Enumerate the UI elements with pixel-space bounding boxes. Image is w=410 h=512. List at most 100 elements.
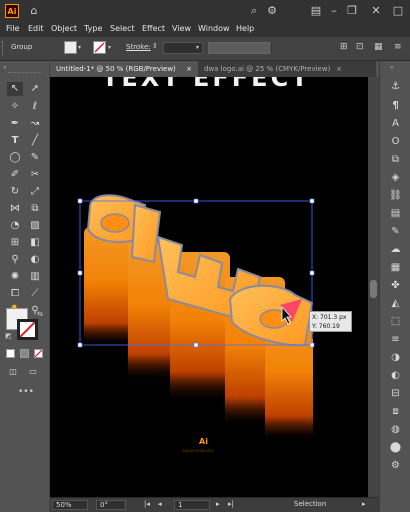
menu-effect[interactable]: Effect xyxy=(142,21,165,37)
magic-wand-tool-icon[interactable]: ✧ xyxy=(7,100,23,114)
prev-artboard-icon[interactable]: ◂ xyxy=(158,500,162,508)
menu-type[interactable]: Type xyxy=(84,21,102,37)
ellipse-tool-icon[interactable]: ◯ xyxy=(7,151,23,165)
opentype-icon[interactable]: O xyxy=(388,135,403,149)
shaper-tool-icon[interactable]: ✐ xyxy=(7,168,23,182)
expand-panels-icon[interactable]: « xyxy=(390,64,394,71)
last-artboard-icon[interactable]: ▸| xyxy=(228,500,234,508)
collapse-panel-icon[interactable]: « xyxy=(3,64,7,71)
status-menu-icon[interactable]: ▸ xyxy=(362,500,366,508)
menu-file[interactable]: File xyxy=(6,21,19,37)
blend-tool-icon[interactable]: ◐ xyxy=(27,253,43,267)
artboards-icon[interactable]: ⧉ xyxy=(388,153,403,167)
shape-builder-tool-icon[interactable]: ◔ xyxy=(7,219,23,233)
stroke-panel-icon[interactable]: ≡ xyxy=(388,333,403,347)
links-icon[interactable]: ⛓ xyxy=(388,189,403,203)
arrange-documents-icon[interactable]: ▤ xyxy=(308,3,324,18)
line-tool-icon[interactable]: ╱ xyxy=(27,134,43,148)
stroke-label[interactable]: Stroke: xyxy=(126,43,151,51)
close-window-icon[interactable]: ✕ xyxy=(368,3,384,18)
next-artboard-icon[interactable]: ▸ xyxy=(216,500,220,508)
menu-select[interactable]: Select xyxy=(110,21,135,37)
paintbrush-tool-icon[interactable]: ✎ xyxy=(27,151,43,165)
stroke-color-swatch[interactable] xyxy=(17,319,38,340)
align-panel-icon[interactable]: ⊟ xyxy=(388,387,403,401)
rotate-tool-icon[interactable]: ↻ xyxy=(7,185,23,199)
perspective-grid-tool-icon[interactable]: ▧ xyxy=(27,219,43,233)
direct-selection-tool-icon[interactable]: ➚ xyxy=(27,82,43,96)
minimize-icon[interactable]: – xyxy=(326,3,342,18)
properties-icon[interactable]: ⚓ xyxy=(388,80,403,94)
lasso-tool-icon[interactable]: ℓ xyxy=(27,100,43,114)
width-tool-icon[interactable]: ⋈ xyxy=(7,202,23,216)
pathfinder-icon[interactable]: ⧈ xyxy=(388,405,403,419)
artboard-field[interactable]: 1 xyxy=(174,500,210,510)
paragraph-icon[interactable]: ¶ xyxy=(388,99,403,113)
layers-icon[interactable]: ◈ xyxy=(388,171,403,185)
menu-view[interactable]: View xyxy=(172,21,191,37)
none-mode-icon[interactable] xyxy=(34,349,43,358)
transform-panel-icon[interactable]: ⬚ xyxy=(388,315,403,329)
isolate-group-icon[interactable]: ▦ xyxy=(374,42,383,52)
scissors-tool-icon[interactable]: ✂ xyxy=(27,168,43,182)
color-icon[interactable]: ⚙ xyxy=(388,459,403,473)
menu-object[interactable]: Object xyxy=(51,21,77,37)
artboard-tool-icon[interactable]: ⧠ xyxy=(7,287,23,301)
appearance-icon[interactable]: ▤ xyxy=(388,207,403,221)
symbol-sprayer-tool-icon[interactable]: ✺ xyxy=(7,270,23,284)
stroke-swatch[interactable] xyxy=(93,41,106,54)
curvature-tool-icon[interactable]: ↝ xyxy=(27,117,43,131)
rotation-field[interactable]: 0° xyxy=(96,500,126,510)
chevron-down-icon[interactable]: ▾ xyxy=(78,44,81,51)
close-icon[interactable]: × xyxy=(186,61,192,77)
graphic-styles-icon[interactable]: ◭ xyxy=(388,297,403,311)
swatches-icon[interactable]: ▦ xyxy=(388,261,403,275)
grip-handle[interactable] xyxy=(2,41,5,55)
chevron-down-icon[interactable]: ▾ xyxy=(196,44,199,51)
canvas-artboard[interactable]: TEXT EFFECT Ai dapperwebsites xyxy=(50,77,368,497)
eyedropper-tool-icon[interactable]: ⚲ xyxy=(7,253,23,267)
type-tool-icon[interactable]: T xyxy=(7,134,23,148)
panel-grip[interactable] xyxy=(8,72,42,74)
panel-menu-icon[interactable]: ≡ xyxy=(394,42,402,52)
window-button[interactable]: □ xyxy=(390,3,406,18)
libraries-icon[interactable]: ☁ xyxy=(388,243,403,257)
scale-tool-icon[interactable]: ⤢ xyxy=(27,185,43,199)
tab-dwa-logo[interactable]: dwa logo.ai @ 25 % (CMYK/Preview) × xyxy=(198,61,348,77)
transparency-icon[interactable]: ◐ xyxy=(388,369,403,383)
default-fill-stroke-icon[interactable]: ◩ xyxy=(5,332,12,340)
symbols-icon[interactable]: ✤ xyxy=(388,279,403,293)
edit-toolbar-icon[interactable]: ••• xyxy=(18,387,34,397)
slice-tool-icon[interactable]: ⟋ xyxy=(27,287,43,301)
close-icon[interactable]: × xyxy=(336,61,342,77)
brushes-icon[interactable]: ✎ xyxy=(388,225,403,239)
align-icon[interactable]: ⊞ xyxy=(340,42,348,52)
pen-tool-icon[interactable]: ✒ xyxy=(7,117,23,131)
restore-icon[interactable]: ❐ xyxy=(344,3,360,18)
gradient-tool-icon[interactable]: ◧ xyxy=(27,236,43,250)
scrollbar-thumb[interactable] xyxy=(370,280,377,298)
search-icon[interactable]: ⌕ xyxy=(246,3,262,18)
tab-untitled-1[interactable]: Untitled-1* @ 50 % (RGB/Preview) × xyxy=(50,61,198,77)
draw-normal-icon[interactable]: ◫ xyxy=(5,365,21,379)
color-guide-icon[interactable]: ⬤ xyxy=(388,441,403,455)
screen-mode-icon[interactable]: ▭ xyxy=(25,365,41,379)
gradient-mode-icon[interactable] xyxy=(20,349,29,358)
free-transform-tool-icon[interactable]: ⧉ xyxy=(27,202,43,216)
home-icon[interactable]: ⌂ xyxy=(26,3,42,18)
image-trace-icon[interactable]: ◍ xyxy=(388,423,403,437)
zoom-field[interactable]: 50% xyxy=(52,500,88,510)
gradient-panel-icon[interactable]: ◑ xyxy=(388,351,403,365)
menu-help[interactable]: Help xyxy=(236,21,254,37)
selection-tool-icon[interactable]: ↖ xyxy=(7,82,23,96)
menu-window[interactable]: Window xyxy=(198,21,230,37)
gear-icon[interactable]: ⚙ xyxy=(264,3,280,18)
menu-edit[interactable]: Edit xyxy=(28,21,44,37)
graph-tool-icon[interactable]: ▥ xyxy=(27,270,43,284)
swap-fill-stroke-icon[interactable]: ⇆ xyxy=(37,310,43,318)
mesh-tool-icon[interactable]: ⊞ xyxy=(7,236,23,250)
stroke-stepper-icon[interactable]: ⇕ xyxy=(152,42,158,50)
chevron-down-icon[interactable]: ▾ xyxy=(108,44,111,51)
variable-width-profile[interactable] xyxy=(208,42,270,54)
first-artboard-icon[interactable]: |◂ xyxy=(144,500,150,508)
